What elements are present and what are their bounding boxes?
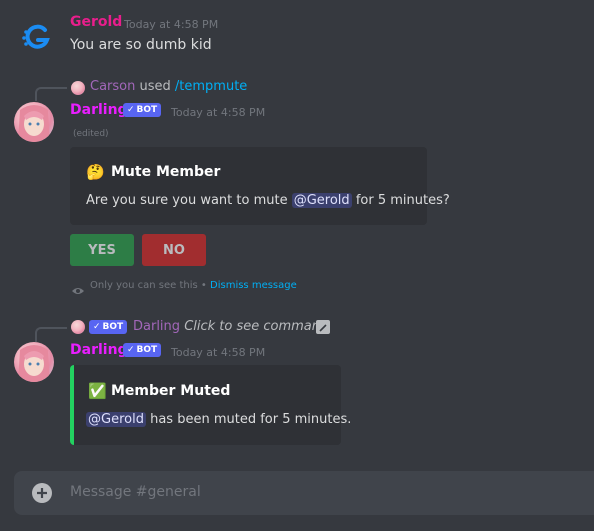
gerold-avatar[interactable] xyxy=(18,18,58,58)
no-button[interactable]: NO xyxy=(142,234,206,266)
verified-check-icon-3: ✓ xyxy=(127,345,135,355)
user-mention-2[interactable]: @Gerold xyxy=(86,412,146,427)
verified-check-icon: ✓ xyxy=(127,105,135,115)
muted-embed-description: @Gerold has been muted for 5 minutes. xyxy=(86,412,351,427)
command-icon xyxy=(316,320,330,334)
gerold-author[interactable]: Gerold xyxy=(70,14,122,30)
check-emoji-icon: ✅ xyxy=(88,382,107,400)
gerold-message-text: You are so dumb kid xyxy=(70,37,212,53)
darling-avatar-2[interactable] xyxy=(14,342,54,382)
confirm-embed: 🤔 Mute Member Are you sure you want to m… xyxy=(70,147,450,225)
ephemeral-separator: • xyxy=(200,280,207,291)
reply-line-2[interactable]: Darling Click to see command xyxy=(133,319,328,334)
reply-used-text: used xyxy=(139,79,171,94)
eye-icon xyxy=(71,281,85,300)
reply-user-2[interactable]: Darling xyxy=(133,319,180,334)
ephemeral-note: Only you can see this • Dismiss message xyxy=(90,280,297,291)
darling-timestamp-2: Today at 4:58 PM xyxy=(171,346,266,359)
darling-author-1[interactable]: Darling xyxy=(70,102,128,118)
reply-line-1[interactable]: Carson used /tempmute xyxy=(90,79,247,94)
anime-avatar-icon-2 xyxy=(18,345,50,382)
muted-embed-title: Member Muted xyxy=(111,383,231,399)
embed-text-before: Are you sure you want to mute xyxy=(86,193,288,208)
click-to-see-command[interactable]: Click to see command xyxy=(184,319,328,334)
bot-badge-label: BOT xyxy=(136,105,158,115)
reply-bot-badge: ✓ BOT xyxy=(89,320,128,334)
embed-description: Are you sure you want to mute @Gerold fo… xyxy=(86,193,450,208)
darling-author-2[interactable]: Darling xyxy=(70,342,128,358)
carson-avatar[interactable] xyxy=(71,81,85,95)
user-mention[interactable]: @Gerold xyxy=(291,193,352,208)
ephemeral-text: Only you can see this xyxy=(90,280,198,291)
plus-circle-icon[interactable] xyxy=(32,483,52,503)
darling-avatar[interactable] xyxy=(14,102,54,142)
message-composer[interactable]: Message #general xyxy=(14,471,594,515)
reply-connector xyxy=(35,87,67,101)
bot-badge-label-2: BOT xyxy=(136,345,158,355)
embed-text-after: for 5 minutes? xyxy=(355,193,450,208)
gerold-timestamp: Today at 4:58 PM xyxy=(124,18,219,31)
muted-text-after: has been muted for 5 minutes. xyxy=(150,412,352,427)
edited-label: (edited) xyxy=(73,129,109,139)
reply-connector-2 xyxy=(35,327,67,342)
guilded-logo-icon xyxy=(18,18,58,58)
verified-check-icon-2: ✓ xyxy=(93,322,101,332)
dismiss-message-link[interactable]: Dismiss message xyxy=(210,280,297,291)
anime-avatar-icon xyxy=(18,105,50,142)
reply-user[interactable]: Carson xyxy=(90,79,135,94)
bot-badge-2: ✓ BOT xyxy=(123,343,162,357)
darling-timestamp-1: Today at 4:58 PM xyxy=(171,106,266,119)
bot-badge-1: ✓ BOT xyxy=(123,103,162,117)
reply-avatar-2[interactable] xyxy=(71,320,85,334)
yes-button[interactable]: YES xyxy=(70,234,134,266)
embed-title: Mute Member xyxy=(111,164,221,180)
muted-embed: ✅ Member Muted @Gerold has been muted fo… xyxy=(70,365,351,445)
message-input[interactable]: Message #general xyxy=(70,484,201,500)
thinking-emoji-icon: 🤔 xyxy=(86,163,105,181)
reply-bot-label: BOT xyxy=(102,322,124,332)
reply-command[interactable]: /tempmute xyxy=(175,79,247,94)
